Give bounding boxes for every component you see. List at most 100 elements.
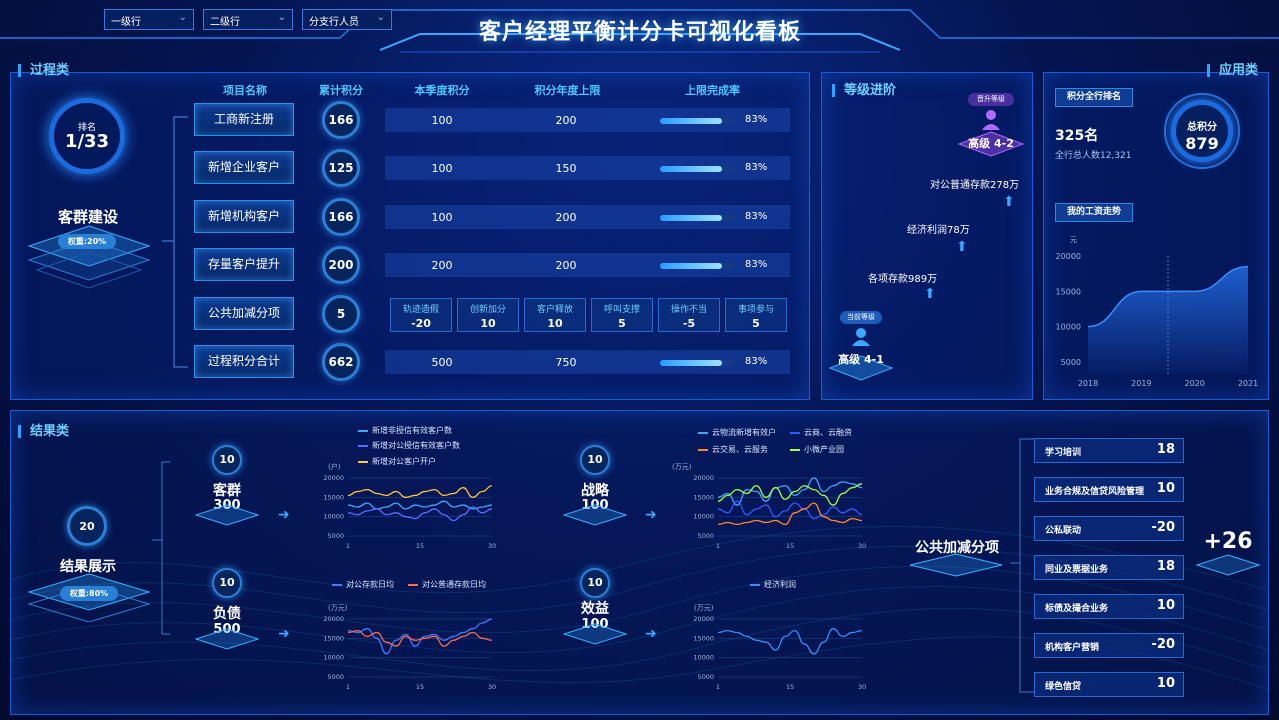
filter-staff[interactable]: 分支行人员 ⌄ <box>302 9 392 30</box>
legend-label: 新增对公客户开户 <box>372 457 436 466</box>
public-item[interactable]: 同业及票据业务 18 <box>1034 555 1184 580</box>
header-cap: 积分年度上限 <box>534 84 601 97</box>
legend-label: 经济利润 <box>764 580 796 589</box>
y-tick-label: 20000 <box>693 474 714 482</box>
public-item-value: 10 <box>1156 598 1175 613</box>
group-name: 效益 <box>581 601 609 617</box>
x-tick-label: 30 <box>858 683 866 691</box>
public-item[interactable]: 机构客户营销 -20 <box>1034 633 1184 658</box>
y-tick-label: 5000 <box>327 532 344 540</box>
public-item-label: 机构客户营销 <box>1045 643 1100 653</box>
public-item[interactable]: 标债及撮合业务 10 <box>1034 594 1184 619</box>
item-button[interactable]: 过程积分合计 <box>194 345 294 378</box>
bank-rank: 325名 <box>1055 128 1099 144</box>
salary-title[interactable]: 我的工资走势 <box>1055 203 1133 222</box>
public-item-label: 学习培训 <box>1045 448 1082 458</box>
y-tick-label: 15000 <box>1056 287 1081 296</box>
adjust-value: 10 <box>547 317 563 330</box>
y-tick-label: 15000 <box>323 493 344 501</box>
y-tick-label: 5000 <box>327 673 344 681</box>
y-tick-label: 10000 <box>323 513 344 521</box>
item-button[interactable]: 公共加减分项 <box>194 297 294 330</box>
up-arrow-icon: ⬆ <box>924 286 936 302</box>
cap-score: 200 <box>555 114 577 127</box>
adjust-item: 事项参与 5 <box>725 298 787 332</box>
legend-item: 新增非授信有效客户数 <box>358 425 452 436</box>
quarter-score: 500 <box>431 356 453 369</box>
total-score: 200 <box>322 246 360 284</box>
y-tick-label: 20000 <box>323 615 344 623</box>
group-name: 客群 <box>213 483 241 499</box>
series-line <box>717 628 863 655</box>
legend-label: 对公存款日均 <box>346 580 394 589</box>
chevron-down-icon: ⌄ <box>277 12 286 23</box>
legend-label: 云商、云融资 <box>804 428 852 437</box>
public-item-value: -20 <box>1151 637 1176 652</box>
area-fill <box>1088 266 1248 374</box>
arrow-right-icon: ➜ <box>278 626 290 642</box>
group-weight: 权重:20% <box>58 234 116 249</box>
adjust-item: 客户释放 10 <box>524 298 586 332</box>
item-button[interactable]: 存量客户提升 <box>194 248 294 281</box>
quarter-score: 100 <box>431 114 453 127</box>
legend-item: 小微产业园 <box>790 444 844 455</box>
progress-bar <box>660 166 735 172</box>
public-item-value: 10 <box>1156 481 1175 496</box>
series-line <box>347 485 493 498</box>
quarter-score: 100 <box>431 211 453 224</box>
public-item[interactable]: 绿色信贷 10 <box>1034 672 1184 697</box>
result-section-title: 结果类 <box>18 425 69 438</box>
legend-item: 云交易、云服务 <box>698 444 768 455</box>
filter-level2[interactable]: 二级行 ⌄ <box>203 9 293 30</box>
x-tick-label: 2019 <box>1131 379 1151 388</box>
x-tick-label: 1 <box>716 683 720 691</box>
group-name: 战略 <box>581 483 609 499</box>
item-button[interactable]: 新增企业客户 <box>194 151 294 184</box>
y-tick-label: 20000 <box>1056 252 1081 261</box>
cap-score: 750 <box>555 356 577 369</box>
item-button[interactable]: 工商新注册 <box>194 103 294 136</box>
salary-chart: 20000 15000 10000 5000 2018 2019 2020 2021 <box>1056 252 1259 388</box>
rank-title[interactable]: 积分全行排名 <box>1055 88 1133 107</box>
public-item-value: -20 <box>1151 520 1176 535</box>
x-tick-label: 30 <box>488 542 496 550</box>
adjust-label: 操作不当 <box>670 305 707 315</box>
y-tick-label: 15000 <box>693 493 714 501</box>
x-tick-label: 30 <box>858 542 866 550</box>
legend-label: 云交易、云服务 <box>712 445 768 454</box>
legend-item: 新增对公客户开户 <box>358 456 436 467</box>
adjust-item: 轨迹造假 -20 <box>390 298 452 332</box>
adjust-label: 事项参与 <box>737 305 774 315</box>
total-score: 125 <box>322 149 360 187</box>
group-platform <box>194 628 260 650</box>
legend-label: 对公普通存款日均 <box>422 580 486 589</box>
rate-value: 83% <box>745 211 768 222</box>
x-tick-label: 30 <box>488 683 496 691</box>
legend-label: 云物流新增有效户 <box>712 428 776 437</box>
total-score: 166 <box>322 101 360 139</box>
item-button[interactable]: 新增机构客户 <box>194 200 294 233</box>
y-tick-label: 20000 <box>693 615 714 623</box>
adjust-value: 5 <box>618 317 626 330</box>
public-platform <box>909 553 1003 577</box>
arrow-right-icon: ➜ <box>645 626 657 642</box>
public-item[interactable]: 公私联动 -20 <box>1034 516 1184 541</box>
group-platform <box>194 504 260 526</box>
public-item[interactable]: 业务合规及信贷风险管理 10 <box>1034 477 1184 502</box>
group-platform <box>562 623 628 645</box>
group-badge: 10 <box>212 445 242 475</box>
group-badge: 10 <box>212 568 242 598</box>
rate-value: 83% <box>745 356 768 367</box>
header-quarter: 本季度积分 <box>414 84 470 97</box>
x-tick-label: 1 <box>346 683 350 691</box>
promote-tag: 晋升等级 <box>968 93 1014 106</box>
public-bracket <box>1010 438 1034 693</box>
x-tick-label: 15 <box>786 683 794 691</box>
rate-value: 83% <box>745 259 768 270</box>
y-tick-label: 15000 <box>323 634 344 642</box>
y-tick-label: 10000 <box>693 654 714 662</box>
filter-level1[interactable]: 一级行 ⌄ <box>104 9 194 30</box>
arrow-right-icon: ➜ <box>645 507 657 523</box>
public-item[interactable]: 学习培训 18 <box>1034 438 1184 463</box>
adjust-value: 5 <box>752 317 760 330</box>
